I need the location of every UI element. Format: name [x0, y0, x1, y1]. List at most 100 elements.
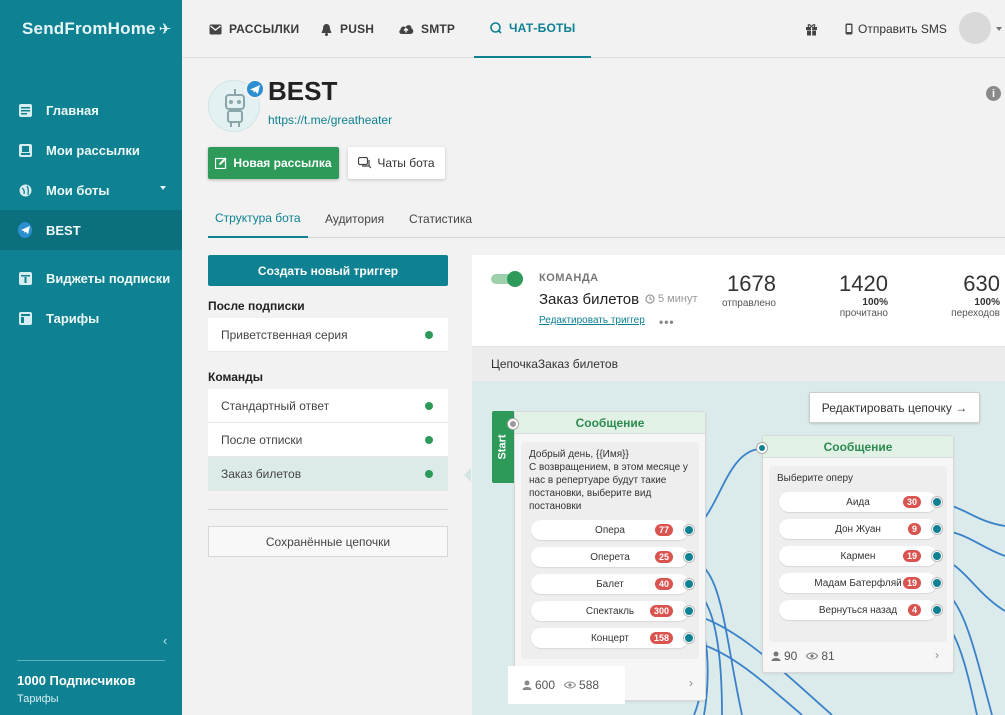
button-option[interactable]: Кармен 19: [779, 546, 942, 566]
saved-chains-button[interactable]: Сохранённые цепочки: [208, 526, 448, 557]
chevron-right-icon[interactable]: ›: [689, 676, 693, 690]
sidebar-item-widgets[interactable]: Виджеты подписки: [0, 258, 182, 298]
tab-smtp[interactable]: SMTP: [398, 0, 455, 58]
tariffs-link[interactable]: Тарифы: [17, 693, 165, 705]
option-label: Кармен: [840, 550, 876, 562]
status-dot: [425, 331, 433, 339]
bot-chats-button[interactable]: Чаты бота: [348, 147, 445, 179]
sidebar-item-tariffs[interactable]: Тарифы: [0, 298, 182, 338]
node-stats: 600 588: [522, 678, 599, 692]
info-icon[interactable]: i: [986, 86, 1001, 101]
count-badge: 9: [907, 523, 921, 535]
count-badge: 77: [654, 524, 673, 536]
node-views: 81: [821, 649, 835, 663]
sidebar-item-label: Главная: [46, 102, 99, 118]
output-port[interactable]: [684, 633, 694, 643]
eye-icon: [806, 652, 819, 660]
telegram-icon: [245, 79, 265, 99]
output-port[interactable]: [684, 579, 694, 589]
output-port[interactable]: [684, 606, 694, 616]
option-label: Мадам Батерфляй: [814, 577, 902, 589]
output-port[interactable]: [932, 551, 942, 561]
input-port[interactable]: [757, 443, 767, 453]
node-header: Сообщение: [763, 436, 953, 458]
button-option[interactable]: Вернуться назад 4: [779, 600, 942, 620]
output-port[interactable]: [932, 578, 942, 588]
tab-push[interactable]: PUSH: [320, 0, 374, 58]
message-node[interactable]: Сообщение Добрый день, {{Имя}} С возвращ…: [514, 411, 706, 701]
button-option[interactable]: Концерт 158: [531, 628, 694, 648]
tab-label: SMTP: [421, 22, 456, 36]
bot-avatar: [208, 79, 265, 132]
status-dot: [425, 402, 433, 410]
button-option[interactable]: Спектакль 300: [531, 601, 694, 621]
tab-bot-structure[interactable]: Структура бота: [208, 200, 308, 238]
option-label: Аида: [846, 496, 870, 508]
cloud-upload-icon: [398, 23, 414, 35]
bot-chats-label: Чаты бота: [377, 156, 435, 170]
count-badge: 19: [902, 550, 921, 562]
sidebar-item-label: Тарифы: [46, 310, 100, 326]
output-port[interactable]: [932, 524, 942, 534]
send-sms-button[interactable]: Отправить SMS: [845, 0, 947, 58]
new-mailing-button[interactable]: Новая рассылка: [208, 147, 339, 179]
trigger-type: КОМАНДА: [539, 272, 599, 284]
count-badge: 30: [902, 496, 921, 508]
tab-statistics[interactable]: Статистика: [409, 200, 472, 238]
collapse-sidebar-icon[interactable]: ‹: [163, 633, 167, 648]
output-port[interactable]: [684, 525, 694, 535]
more-icon[interactable]: •••: [659, 315, 675, 329]
stat-read: 1420 100% прочитано: [839, 271, 888, 319]
trigger-toggle[interactable]: [491, 271, 523, 287]
edit-trigger-link[interactable]: Редактировать триггер: [539, 315, 645, 326]
output-port[interactable]: [932, 605, 942, 615]
stat-value: 1678: [727, 271, 776, 296]
trigger-item[interactable]: После отписки: [208, 423, 448, 457]
chevron-down-icon[interactable]: [996, 27, 1002, 31]
sidebar-item-bots[interactable]: Мои боты: [0, 170, 182, 210]
output-port[interactable]: [684, 552, 694, 562]
input-port[interactable]: [508, 419, 518, 429]
button-option[interactable]: Аида 30: [779, 492, 942, 512]
telegram-icon: [18, 222, 32, 238]
trigger-item[interactable]: Приветственная серия: [208, 318, 448, 352]
button-option[interactable]: Дон Жуан 9: [779, 519, 942, 539]
bell-icon: [320, 23, 333, 36]
brand-name: SendFromHome: [22, 19, 156, 38]
chain-prefix: Цепочка: [491, 357, 538, 371]
chevron-right-icon[interactable]: ›: [935, 648, 939, 662]
sidebar-item-mailings[interactable]: Мои рассылки: [0, 130, 182, 170]
sidebar-item-label: BEST: [46, 222, 81, 238]
count-badge: 158: [649, 632, 673, 644]
create-trigger-button[interactable]: Создать новый триггер: [208, 255, 448, 286]
chain-canvas[interactable]: Редактировать цепочку → Start Сообщение …: [472, 381, 1005, 715]
avatar[interactable]: [959, 12, 991, 44]
option-label: Вернуться назад: [818, 604, 898, 616]
status-dot: [425, 470, 433, 478]
sidebar-item-home[interactable]: Главная: [0, 90, 182, 130]
tab-audience[interactable]: Аудитория: [325, 200, 384, 238]
message-text: Выберите оперу: [777, 473, 853, 484]
node-views: 588: [579, 678, 600, 692]
button-option[interactable]: Опера 77: [531, 520, 694, 540]
count-badge: 300: [649, 605, 673, 617]
tab-mailings[interactable]: РАССЫЛКИ: [209, 0, 299, 58]
message-node[interactable]: Сообщение Выберите оперу Аида 30 Дон Жуа…: [762, 435, 954, 673]
output-port[interactable]: [932, 497, 942, 507]
divider: [208, 509, 448, 510]
count-badge: 25: [654, 551, 673, 563]
button-option[interactable]: Оперета 25: [531, 547, 694, 567]
gift-icon[interactable]: [805, 0, 818, 58]
group-commands: Команды: [208, 370, 264, 384]
button-option[interactable]: Балет 40: [531, 574, 694, 594]
sidebar-item-best[interactable]: BEST: [0, 210, 182, 250]
button-option[interactable]: Мадам Батерфляй 19: [779, 573, 942, 593]
trigger-item[interactable]: Стандартный ответ: [208, 389, 448, 423]
tab-chatbots[interactable]: ЧАТ-БОТЫ: [474, 0, 592, 58]
trigger-item-selected[interactable]: Заказ билетов: [208, 457, 448, 491]
trigger-label: Стандартный ответ: [221, 398, 330, 413]
bot-link[interactable]: https://t.me/greatheater: [268, 113, 392, 127]
tab-label: ЧАТ-БОТЫ: [509, 21, 576, 35]
edit-chain-button[interactable]: Редактировать цепочку →: [809, 392, 980, 423]
brand-logo[interactable]: SendFromHome ✈: [0, 0, 182, 58]
